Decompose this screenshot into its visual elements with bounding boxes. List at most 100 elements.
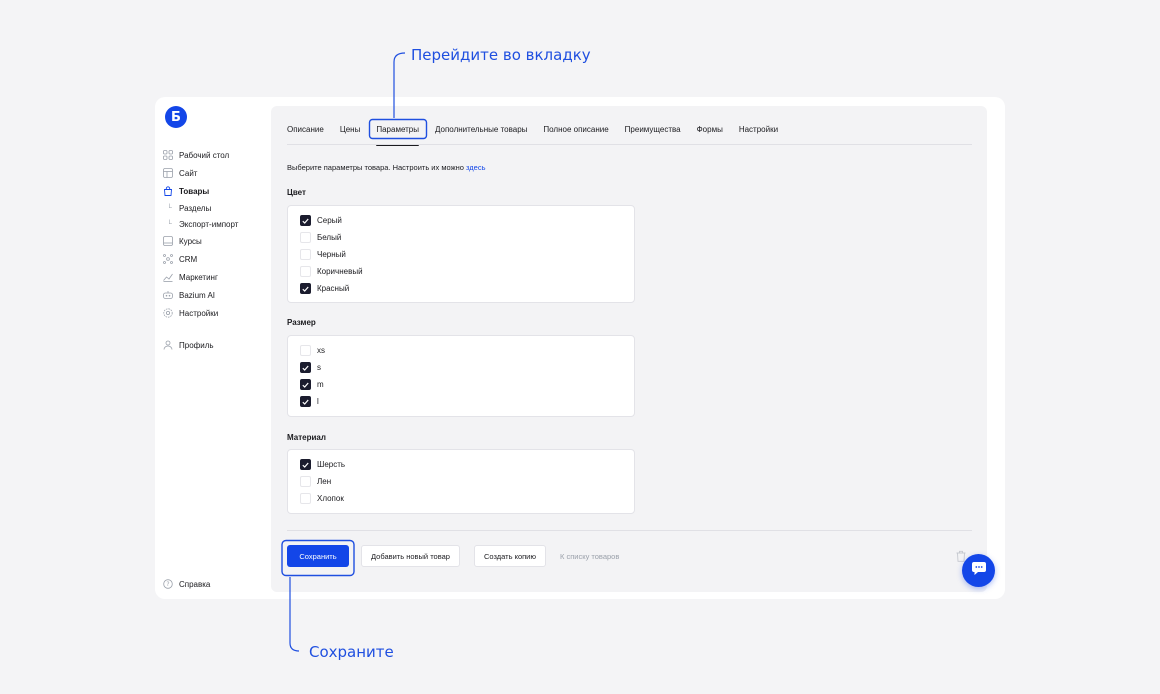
sidebar-item-site[interactable]: Сайт [163, 164, 238, 182]
check-icon [302, 462, 309, 468]
check-icon [302, 382, 309, 388]
chart-icon [163, 272, 173, 282]
help-icon: ? [163, 579, 173, 589]
hint-link[interactable]: здесь [466, 163, 485, 172]
sidebar-item-bazium-ai[interactable]: Bazium AI [163, 286, 238, 304]
tab-parameters[interactable]: Параметры [368, 119, 427, 146]
sidebar-item-products[interactable]: Товары [163, 182, 238, 200]
option-label: Шерсть [317, 460, 346, 469]
option-label: Хлопок [317, 494, 344, 503]
footer-divider [287, 530, 972, 531]
layout-icon [163, 168, 173, 178]
checkbox[interactable] [300, 396, 311, 407]
option-label: Белый [317, 233, 342, 242]
checkbox[interactable] [300, 493, 311, 504]
sidebar-help[interactable]: ? Справка [163, 579, 210, 589]
branch-icon: └ [167, 204, 172, 212]
trash-icon[interactable] [956, 549, 966, 562]
checkbox[interactable] [300, 249, 311, 260]
check-icon [302, 286, 309, 292]
branch-icon: └ [167, 220, 172, 228]
checkbox[interactable] [300, 266, 311, 277]
checkbox[interactable] [300, 215, 311, 226]
add-new-product-button[interactable]: Добавить новый товар [361, 545, 460, 567]
group-title-color: Цвет [287, 188, 306, 197]
checkbox[interactable] [300, 362, 311, 373]
main-content: Описание Цены Параметры Дополнительные т… [271, 106, 987, 592]
tab-full-description[interactable]: Полное описание [535, 119, 616, 139]
group-title-size: Размер [287, 318, 316, 327]
checkbox[interactable] [300, 283, 311, 294]
sidebar-item-label: Профиль [179, 340, 214, 350]
sidebar-item-courses[interactable]: Курсы [163, 232, 238, 250]
option-material-wool[interactable]: Шерсть [300, 456, 634, 473]
option-color-brown[interactable]: Коричневый [300, 263, 634, 280]
option-label: Серый [317, 216, 342, 225]
chat-widget-button[interactable] [962, 554, 995, 587]
sidebar-subitem-label: Экспорт-импорт [179, 219, 239, 229]
annotation-go-to-tab: Перейдите во вкладку [411, 46, 591, 64]
network-icon [163, 254, 173, 264]
help-label: Справка [179, 579, 211, 589]
option-material-cotton[interactable]: Хлопок [300, 490, 634, 507]
checkbox[interactable] [300, 345, 311, 356]
tab-forms[interactable]: Формы [689, 119, 731, 139]
option-color-gray[interactable]: Серый [300, 212, 634, 229]
gear-icon [163, 308, 173, 318]
options-box-color: Серый Белый Черный Коричневый Красный [287, 205, 635, 303]
save-button[interactable]: Сохранить [287, 545, 349, 567]
option-color-white[interactable]: Белый [300, 229, 634, 246]
back-to-list-button[interactable]: К списку товаров [551, 545, 628, 567]
sidebar-item-settings[interactable]: Настройки [163, 304, 238, 322]
tab-settings[interactable]: Настройки [731, 119, 786, 139]
book-icon [163, 236, 173, 246]
product-tabs: Описание Цены Параметры Дополнительные т… [287, 119, 786, 146]
option-label: m [317, 380, 324, 389]
sidebar: Б Рабочий стол Сайт Товары └ Разделы └ Э… [155, 97, 271, 599]
checkbox[interactable] [300, 459, 311, 470]
option-label: l [317, 397, 319, 406]
option-material-linen[interactable]: Лен [300, 473, 634, 490]
check-icon [302, 218, 309, 224]
sidebar-item-label: Курсы [179, 236, 202, 246]
option-size-l[interactable]: l [300, 393, 634, 410]
sidebar-nav: Рабочий стол Сайт Товары └ Разделы └ Экс… [163, 146, 238, 354]
grid-icon [163, 150, 173, 160]
option-label: Красный [317, 284, 350, 293]
sidebar-item-label: Товары [179, 186, 210, 196]
sidebar-item-label: Сайт [179, 168, 198, 178]
tab-prices[interactable]: Цены [332, 119, 369, 139]
shopping-bag-icon [163, 186, 173, 196]
option-size-m[interactable]: m [300, 376, 634, 393]
tab-description[interactable]: Описание [287, 119, 332, 139]
sidebar-subitem-export-import[interactable]: └ Экспорт-импорт [163, 216, 238, 232]
sidebar-item-label: Bazium AI [179, 290, 216, 300]
sidebar-item-label: Рабочий стол [179, 150, 230, 160]
sidebar-item-label: Настройки [179, 308, 219, 318]
tab-additional-products[interactable]: Дополнительные товары [427, 119, 535, 139]
option-size-xs[interactable]: xs [300, 342, 634, 359]
option-label: Черный [317, 250, 346, 259]
ai-icon [163, 290, 173, 300]
sidebar-item-dashboard[interactable]: Рабочий стол [163, 146, 238, 164]
option-label: Коричневый [317, 267, 363, 276]
tab-advantages[interactable]: Преимущества [617, 119, 689, 139]
svg-text:?: ? [166, 581, 169, 588]
tabs-divider [287, 144, 972, 145]
checkbox[interactable] [300, 476, 311, 487]
sidebar-item-marketing[interactable]: Маркетинг [163, 268, 238, 286]
sidebar-item-crm[interactable]: CRM [163, 250, 238, 268]
option-size-s[interactable]: s [300, 359, 634, 376]
hint-text: Выберите параметры товара. Настроить их … [287, 163, 466, 172]
option-color-black[interactable]: Черный [300, 246, 634, 263]
checkbox[interactable] [300, 232, 311, 243]
sidebar-subitem-sections[interactable]: └ Разделы [163, 200, 238, 216]
sidebar-item-profile[interactable]: Профиль [163, 336, 238, 354]
annotation-save: Сохраните [309, 643, 394, 661]
option-color-red[interactable]: Красный [300, 280, 634, 297]
brand-logo[interactable]: Б [165, 106, 187, 128]
create-copy-button[interactable]: Создать копию [474, 545, 546, 567]
sidebar-item-label: CRM [179, 254, 198, 264]
options-box-size: xs s m l [287, 335, 635, 417]
checkbox[interactable] [300, 379, 311, 390]
